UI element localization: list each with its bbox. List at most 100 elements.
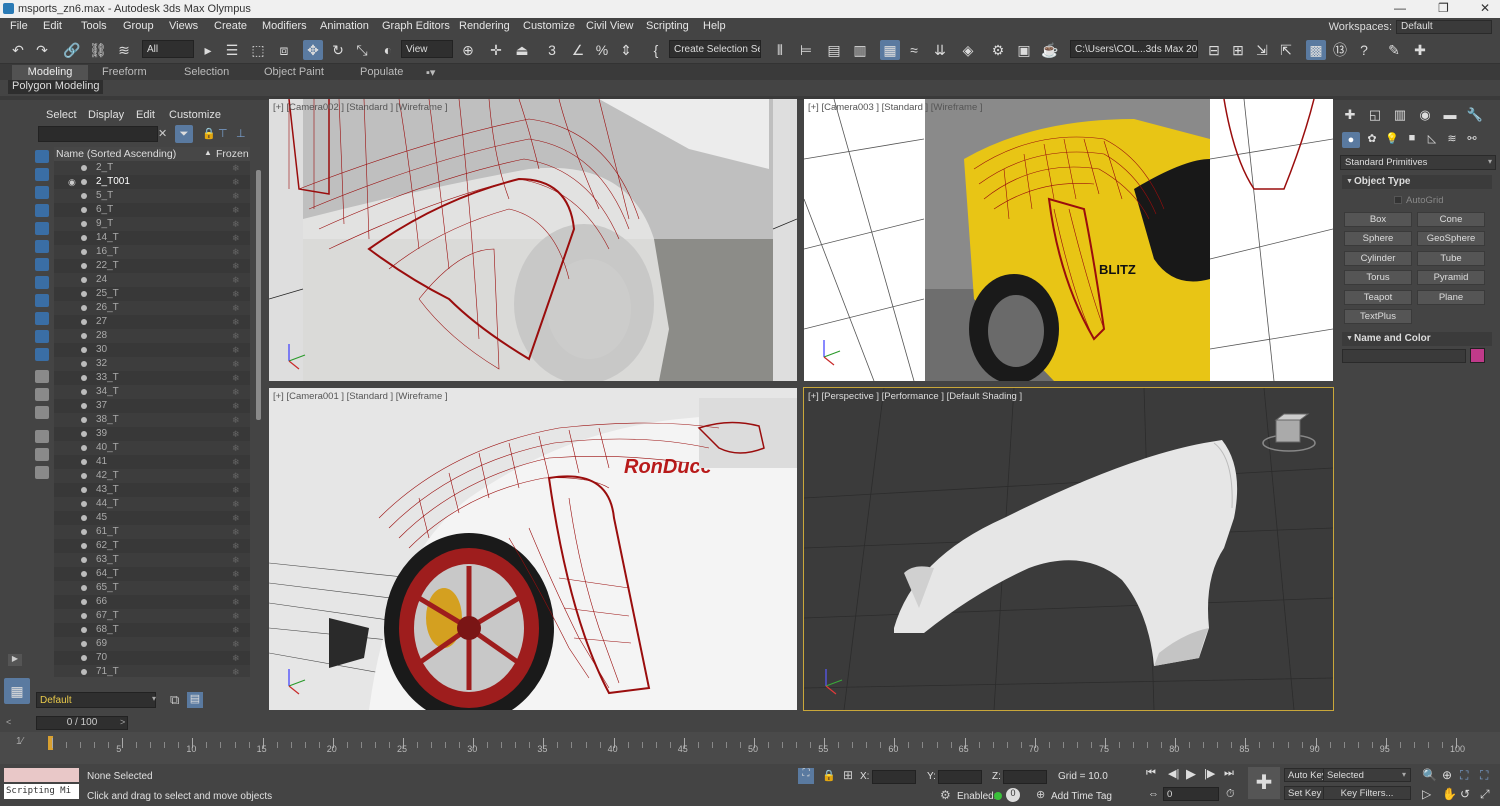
- menu-tools[interactable]: Tools: [81, 20, 107, 32]
- filter-groups-icon[interactable]: [35, 258, 49, 271]
- angle-snap-icon[interactable]: ∠: [568, 40, 588, 60]
- systems-icon[interactable]: ⚯: [1462, 132, 1482, 148]
- tab-freeform[interactable]: Freeform: [94, 65, 155, 80]
- close-button[interactable]: ✕: [1480, 1, 1490, 15]
- expand-explorer-icon[interactable]: ▶: [8, 654, 22, 666]
- schematic-view-icon[interactable]: ⇊: [930, 40, 950, 60]
- named-selection-set-select[interactable]: Create Selection Sel: [669, 40, 761, 58]
- list-item[interactable]: 70 ❄: [54, 651, 250, 665]
- rollout-collapse-2-icon[interactable]: ▼: [1346, 335, 1353, 342]
- list-item[interactable]: 32 ❄: [54, 357, 250, 371]
- cylinder-button[interactable]: Cylinder: [1344, 251, 1412, 266]
- next-frame-icon[interactable]: |▶: [1204, 767, 1215, 780]
- export-icon[interactable]: ⇱: [1276, 40, 1296, 60]
- go-to-start-icon[interactable]: ⏮: [1146, 767, 1156, 780]
- frozen-toggle-icon[interactable]: ❄: [232, 497, 240, 511]
- toggle-ribbon-icon[interactable]: ▦: [880, 40, 900, 60]
- menu-animation[interactable]: Animation: [320, 20, 369, 32]
- maxscript-listener-pink[interactable]: [4, 768, 79, 782]
- menu-group[interactable]: Group: [123, 20, 154, 32]
- list-item[interactable]: 45 ❄: [54, 511, 250, 525]
- spinner-snap-icon[interactable]: ⇕: [616, 40, 636, 60]
- online-help-icon[interactable]: ?: [1354, 40, 1374, 60]
- list-item[interactable]: 26_T ❄: [54, 301, 250, 315]
- list-item[interactable]: 66 ❄: [54, 595, 250, 609]
- previous-frame-icon[interactable]: ◀|: [1168, 767, 1179, 780]
- frozen-toggle-icon[interactable]: ❄: [232, 539, 240, 553]
- frozen-toggle-icon[interactable]: ❄: [232, 567, 240, 581]
- frozen-toggle-icon[interactable]: ❄: [232, 203, 240, 217]
- keyboard-shortcut-icon[interactable]: ⏏: [512, 40, 532, 60]
- window-crossing-icon[interactable]: ⧈: [274, 40, 294, 60]
- set-key-big-icon[interactable]: ✚: [1248, 767, 1280, 799]
- list-item[interactable]: 33_T ❄: [54, 371, 250, 385]
- frozen-toggle-icon[interactable]: ❄: [232, 553, 240, 567]
- geometry-icon[interactable]: ●: [1342, 132, 1360, 148]
- viewport-camera001-label[interactable]: [+] [Camera001 ] [Standard ] [Wireframe …: [273, 391, 448, 402]
- select-by-name-icon[interactable]: ☰: [222, 40, 242, 60]
- modify-tab-icon[interactable]: ◱: [1365, 107, 1385, 123]
- rollout-collapse-icon[interactable]: ▼: [1346, 178, 1353, 185]
- rendered-frame-window-icon[interactable]: ▣: [1014, 40, 1034, 60]
- object-color-swatch[interactable]: [1470, 348, 1485, 363]
- category-dropdown-icon[interactable]: ▾: [1488, 157, 1492, 166]
- list-item[interactable]: 2_T ❄: [54, 161, 250, 175]
- menu-customize[interactable]: Customize: [523, 20, 575, 32]
- spacewarps-icon[interactable]: ≋: [1442, 132, 1462, 148]
- menu-edit[interactable]: Edit: [43, 20, 62, 32]
- display-none-icon[interactable]: [35, 388, 49, 401]
- viewport-camera003-label[interactable]: [+] [Camera003 ] [Standard ] [Wireframe …: [808, 102, 983, 113]
- rect-selection-icon[interactable]: ⬚: [248, 40, 268, 60]
- filter-geometry-icon[interactable]: [35, 150, 49, 163]
- frozen-toggle-icon[interactable]: ❄: [232, 259, 240, 273]
- material-editor-icon[interactable]: ◈: [958, 40, 978, 60]
- tab-populate[interactable]: Populate: [352, 65, 411, 80]
- frozen-toggle-icon[interactable]: ❄: [232, 231, 240, 245]
- trackbar-toggle-icon[interactable]: 1⁄: [16, 736, 23, 747]
- sphere-button[interactable]: Sphere: [1344, 231, 1412, 246]
- zoom-all-icon[interactable]: ⊕: [1442, 768, 1452, 782]
- frozen-toggle-icon[interactable]: ❄: [232, 637, 240, 651]
- absolute-mode-icon[interactable]: ⊞: [843, 768, 853, 782]
- list-item[interactable]: 71_T ❄: [54, 665, 250, 677]
- frozen-toggle-icon[interactable]: ❄: [232, 161, 240, 175]
- geosphere-button[interactable]: GeoSphere: [1417, 231, 1485, 246]
- list-item[interactable]: 6_T ❄: [54, 203, 250, 217]
- name-and-color-rollout[interactable]: Name and Color: [1342, 332, 1492, 346]
- frozen-toggle-icon[interactable]: ❄: [232, 245, 240, 259]
- box-button[interactable]: Box: [1344, 212, 1412, 227]
- menu-help[interactable]: Help: [703, 20, 726, 32]
- link-icon[interactable]: 🔗: [62, 40, 82, 60]
- menu-modifiers[interactable]: Modifiers: [262, 20, 307, 32]
- torus-button[interactable]: Torus: [1344, 270, 1412, 285]
- frozen-toggle-icon[interactable]: ❄: [232, 273, 240, 287]
- timeslider-prev-icon[interactable]: <: [6, 717, 11, 727]
- frozen-toggle-icon[interactable]: ❄: [232, 427, 240, 441]
- filter-funnel-2-icon[interactable]: [35, 448, 49, 461]
- frozen-toggle-icon[interactable]: ❄: [232, 581, 240, 595]
- scale-icon[interactable]: ⤡: [352, 40, 372, 60]
- list-item[interactable]: 68_T ❄: [54, 623, 250, 637]
- display-tab-icon[interactable]: ▬: [1440, 107, 1460, 123]
- column-name-header[interactable]: Name (Sorted Ascending): [56, 148, 176, 160]
- list-item[interactable]: 61_T ❄: [54, 525, 250, 539]
- save-file-icon[interactable]: ⊞: [1228, 40, 1248, 60]
- filter-funnel-icon[interactable]: [35, 430, 49, 443]
- project-folder-select[interactable]: C:\Users\COL...3ds Max 2024: [1070, 40, 1198, 58]
- list-item[interactable]: 44_T ❄: [54, 497, 250, 511]
- filter-shapes-icon[interactable]: [35, 168, 49, 181]
- viewport-camera002-label[interactable]: [+] [Camera002 ] [Standard ] [Wireframe …: [273, 102, 448, 113]
- list-item[interactable]: 42_T ❄: [54, 469, 250, 483]
- filter-lights-icon[interactable]: [35, 186, 49, 199]
- time-slider[interactable]: 0 / 100: [36, 716, 128, 730]
- frozen-toggle-icon[interactable]: ❄: [232, 483, 240, 497]
- pan-view-icon[interactable]: ✋: [1442, 787, 1457, 801]
- list-item[interactable]: 25_T ❄: [54, 287, 250, 301]
- cameras-icon[interactable]: ■: [1402, 132, 1422, 148]
- x-coordinate-input[interactable]: [872, 770, 916, 784]
- frozen-toggle-icon[interactable]: ❄: [232, 189, 240, 203]
- explorer-tab-customize[interactable]: Customize: [169, 109, 221, 121]
- select-object-icon[interactable]: ▸: [198, 40, 218, 60]
- clear-search-icon[interactable]: ✕: [158, 127, 167, 140]
- frozen-toggle-icon[interactable]: ❄: [232, 651, 240, 665]
